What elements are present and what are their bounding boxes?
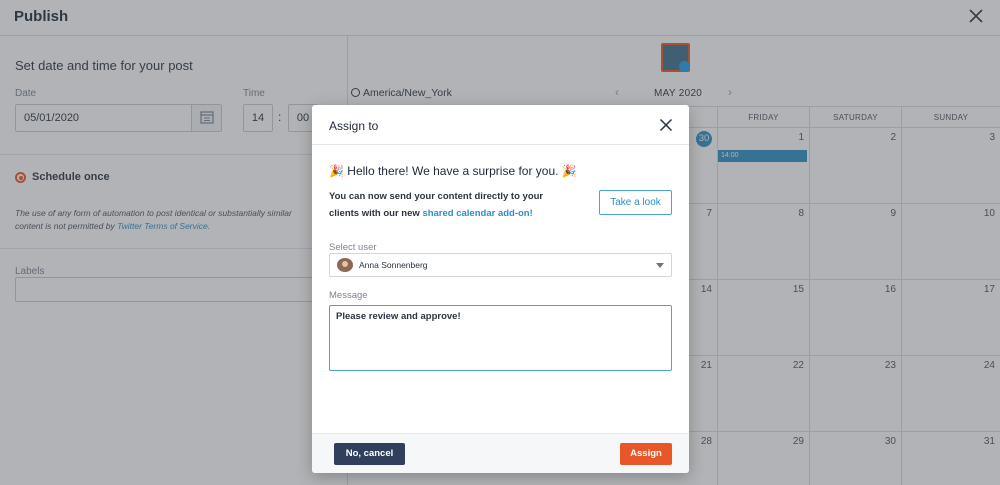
selected-user-name: Anna Sonnenberg (359, 260, 428, 270)
cancel-button[interactable]: No, cancel (334, 443, 405, 465)
assign-dialog: Assign to 🎉 Hello there! We have a surpr… (312, 105, 689, 473)
select-user-label: Select user (329, 242, 377, 253)
promo-text: You can now send your content directly t… (329, 188, 569, 222)
user-select[interactable]: Anna Sonnenberg (329, 253, 672, 277)
dialog-title: Assign to (329, 119, 379, 133)
shared-calendar-link[interactable]: shared calendar add-on! (422, 208, 532, 219)
message-field[interactable]: Please review and approve! (329, 305, 672, 371)
dialog-header: Assign to (312, 105, 689, 145)
assign-button[interactable]: Assign (620, 443, 672, 465)
surprise-heading: 🎉 Hello there! We have a surprise for yo… (329, 164, 577, 178)
dialog-footer: No, cancel Assign (312, 433, 689, 473)
avatar (337, 258, 353, 272)
chevron-down-icon (656, 263, 664, 268)
message-label: Message (329, 290, 368, 301)
close-icon[interactable] (659, 118, 673, 132)
take-a-look-button[interactable]: Take a look (599, 190, 672, 215)
